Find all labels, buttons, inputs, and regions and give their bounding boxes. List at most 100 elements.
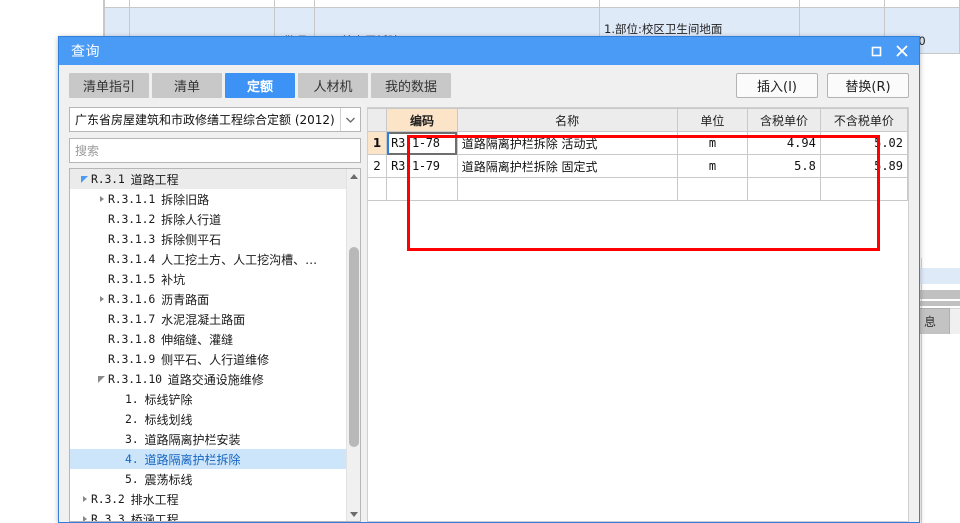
cell-untaxed-price[interactable]: 5.02: [820, 131, 908, 155]
tree-item[interactable]: R.3.1.3 拆除侧平石: [70, 229, 346, 249]
empty-cell: [747, 177, 821, 201]
tree-item[interactable]: R.3.1.6 沥青路面: [70, 289, 346, 309]
chevron-down-icon[interactable]: [95, 375, 108, 383]
dialog-title: 查询: [71, 44, 100, 60]
tree-item-label: 水泥混凝土路面: [161, 312, 246, 327]
library-select[interactable]: 广东省房屋建筑和市政修缮工程综合定额 (2012): [69, 107, 361, 132]
bg-cell-blank: [800, 0, 885, 7]
tree-item[interactable]: R.3.1.9 侧平石、人行道维修: [70, 349, 346, 369]
bg-note-line-1: 1.部位:校区卫生间地面: [604, 22, 723, 36]
tree-item-code: R.3.3: [91, 512, 125, 521]
tree-item[interactable]: R.3.1.10 道路交通设施维修: [70, 369, 346, 389]
tree-item[interactable]: R.3.1.7 水泥混凝土路面: [70, 309, 346, 329]
tree-item-label: 道路隔离护栏拆除: [144, 452, 241, 467]
tab-my-data[interactable]: 我的数据: [371, 73, 452, 98]
dialog-content: 广东省房屋建筑和市政修缮工程综合定额 (2012) 搜索 R.3.1 道路工程 R.…: [69, 107, 909, 522]
tree-item[interactable]: R.3.1.8 伸缩缝、灌缝: [70, 329, 346, 349]
tab-qingdan[interactable]: 清单: [152, 73, 223, 98]
left-pane: 广东省房屋建筑和市政修缮工程综合定额 (2012) 搜索 R.3.1 道路工程 R.…: [69, 107, 361, 522]
tree-item-code: R.3.1.9: [108, 352, 156, 366]
cell-taxed-price[interactable]: 4.94: [747, 131, 821, 155]
search-placeholder: 搜索: [75, 144, 100, 158]
chevron-down-icon[interactable]: [340, 108, 360, 131]
cell-taxed-price[interactable]: 5.8: [747, 154, 821, 178]
tab-rencaiji[interactable]: 人材机: [298, 73, 369, 98]
search-input[interactable]: 搜索: [69, 138, 361, 163]
cell-unit[interactable]: m: [677, 131, 749, 155]
col-header-unit[interactable]: 单位: [677, 108, 749, 132]
tree-item[interactable]: R.3.1.1 拆除旧路: [70, 189, 346, 209]
tree-scrollbar-thumb[interactable]: [349, 247, 359, 447]
tree-item-code: R.3.1.10: [108, 372, 162, 386]
cell-untaxed-price[interactable]: 5.89: [820, 154, 908, 178]
tree-item[interactable]: R.3.1.2 拆除人行道: [70, 209, 346, 229]
cell-code[interactable]: R3-1-78: [386, 131, 458, 155]
query-dialog: 查询 清单指引 清单 定额 人材机 我的数据 插入(I) 替换(R) 广东省房屋…: [58, 36, 920, 523]
table-row[interactable]: 2 R3-1-79 道路隔离护栏拆除 固定式 m 5.8 5.89: [368, 154, 908, 178]
empty-cell: [457, 177, 678, 201]
tree-item[interactable]: R.3.2 排水工程: [70, 489, 346, 509]
tree-item[interactable]: R.3.3 桥涵工程: [70, 509, 346, 521]
chevron-down-icon[interactable]: [78, 175, 91, 183]
tree-item-label: 道路隔离护栏安装: [144, 432, 241, 447]
col-header-name[interactable]: 名称: [457, 108, 678, 132]
tree-item-label: 沥青路面: [161, 292, 210, 307]
category-tab-bar: 清单指引 清单 定额 人材机 我的数据: [69, 73, 452, 98]
tree-item[interactable]: R.3.1.5 补坑: [70, 269, 346, 289]
results-grid: 编码 名称 单位 含税单价 不含税单价 1 R3-1-78 道路隔离护栏拆除 活…: [368, 108, 908, 201]
tree-item-code: R.3.1.3: [108, 232, 156, 246]
tree-item-label: 标线划线: [144, 412, 193, 427]
bg-cell-blank: [105, 0, 130, 7]
cell-name[interactable]: 道路隔离护栏拆除 活动式: [457, 131, 678, 155]
tree-item-label: 桥涵工程: [130, 512, 179, 522]
empty-cell: [820, 177, 908, 201]
replace-button[interactable]: 替换(R): [827, 73, 909, 98]
col-header-untaxed[interactable]: 不含税单价: [820, 108, 908, 132]
tree-item-label: 道路工程: [130, 172, 179, 187]
chevron-right-icon[interactable]: [95, 196, 108, 202]
cell-name[interactable]: 道路隔离护栏拆除 固定式: [457, 154, 678, 178]
triangle-up-icon[interactable]: [347, 169, 360, 183]
tree-item-label: 排水工程: [130, 492, 179, 507]
row-number[interactable]: 1: [368, 131, 388, 155]
insert-button[interactable]: 插入(I): [736, 73, 818, 98]
cell-unit[interactable]: m: [677, 154, 749, 178]
table-row[interactable]: 1 R3-1-78 道路隔离护栏拆除 活动式 m 4.94 5.02: [368, 131, 908, 155]
tree-item-code: 2.: [125, 412, 139, 426]
tab-qingdan-zhiyin[interactable]: 清单指引: [69, 73, 150, 98]
row-number[interactable]: 2: [368, 154, 388, 178]
col-header-rownum[interactable]: [368, 108, 388, 132]
tree-item-code: R.3.1.8: [108, 332, 156, 346]
tree-item-code: 1.: [125, 392, 139, 406]
results-grid-header: 编码 名称 单位 含税单价 不含税单价: [368, 108, 908, 132]
category-tree-panel: R.3.1 道路工程 R.3.1.1 拆除旧路 R.3.1.2 拆除人行道 R.3.1.3 拆…: [69, 168, 361, 522]
tree-item-label: 标线铲除: [144, 392, 193, 407]
tree-item-code: R.3.1.2: [108, 212, 156, 226]
tree-item[interactable]: 4. 道路隔离护栏拆除: [70, 449, 346, 469]
tab-dinge[interactable]: 定额: [225, 73, 296, 98]
tree-item-code: 3.: [125, 432, 139, 446]
tree-item[interactable]: 3. 道路隔离护栏安装: [70, 429, 346, 449]
tree-item[interactable]: 5. 震荡标线: [70, 469, 346, 489]
triangle-down-icon[interactable]: [347, 507, 360, 521]
chevron-right-icon[interactable]: [78, 496, 91, 502]
tree-item-code: R.3.1.6: [108, 292, 156, 306]
tree-item[interactable]: R.3.1.4 人工挖土方、人工挖沟槽、…: [70, 249, 346, 269]
tree-item[interactable]: R.3.1 道路工程: [70, 169, 346, 189]
tree-item-label: 补坑: [161, 272, 186, 287]
col-header-taxed[interactable]: 含税单价: [747, 108, 821, 132]
tree-item-label: 道路交通设施维修: [167, 372, 264, 387]
chevron-right-icon[interactable]: [95, 296, 108, 302]
tree-item[interactable]: 1. 标线铲除: [70, 389, 346, 409]
close-icon[interactable]: [889, 39, 915, 63]
col-header-code[interactable]: 编码: [386, 108, 458, 132]
bg-cell-note: 埋/堆。: [600, 0, 800, 7]
cell-code[interactable]: R3-1-79: [386, 154, 458, 178]
background-table-row: R1-9-16 * 9 次 实际运距(km):10 埋/堆。: [0, 0, 960, 8]
tree-item[interactable]: 2. 标线划线: [70, 409, 346, 429]
tree-scrollbar[interactable]: [346, 169, 360, 521]
tree-item-code: R.3.1: [91, 172, 125, 186]
chevron-right-icon[interactable]: [78, 516, 91, 521]
maximize-icon[interactable]: [863, 39, 889, 63]
tree-item-code: R.3.1.7: [108, 312, 156, 326]
